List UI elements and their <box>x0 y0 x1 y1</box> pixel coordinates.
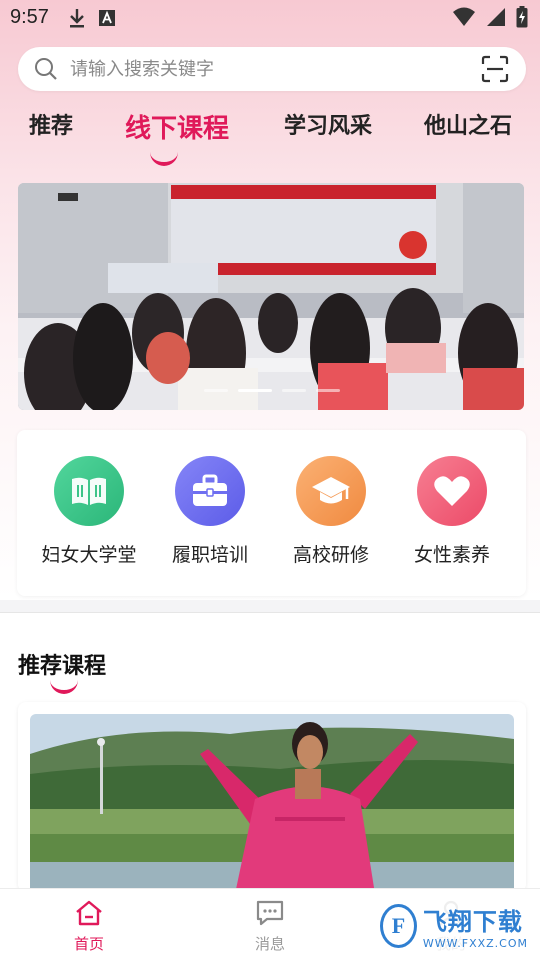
entry-icon-circle <box>296 456 366 526</box>
entry-women-college[interactable]: 妇女大学堂 <box>29 456 149 567</box>
entry-icon-circle <box>54 456 124 526</box>
signal-icon <box>487 8 505 26</box>
tab-recommend[interactable]: 推荐 <box>29 108 73 140</box>
scan-icon[interactable] <box>480 54 510 84</box>
entry-label: 履职培训 <box>171 544 248 566</box>
entry-university-study[interactable]: 高校研修 <box>271 456 391 567</box>
status-bar: 9:57 <box>0 0 540 36</box>
briefcase-icon <box>193 474 227 506</box>
entry-female-literacy[interactable]: 女性素养 <box>392 456 512 567</box>
banner-photo <box>18 183 524 410</box>
watermark-logo: F <box>380 904 417 948</box>
search-icon <box>35 58 57 80</box>
font-a-icon <box>99 10 115 26</box>
home-icon <box>76 900 102 926</box>
nav-label-messages: 消息 <box>254 935 285 953</box>
course-photo <box>30 714 514 892</box>
watermark-title: 飞翔下载 <box>422 908 523 936</box>
open-book-icon <box>72 477 106 505</box>
watermark-text: 飞翔下载 WWW.FXXZ.COM <box>423 902 528 950</box>
course-image <box>30 714 514 892</box>
quick-entry-panel: 妇女大学堂 履职培训 高校研修 女性素养 <box>17 430 526 596</box>
course-card[interactable] <box>18 702 526 892</box>
nav-label-home: 首页 <box>73 935 104 953</box>
entry-label: 高校研修 <box>292 544 369 566</box>
status-left-icons <box>68 8 116 28</box>
carousel-dot[interactable] <box>282 389 306 392</box>
status-right-icons <box>452 6 528 28</box>
battery-icon <box>516 6 528 28</box>
banner-carousel[interactable] <box>18 183 524 410</box>
download-icon <box>70 9 84 28</box>
watermark-url: WWW.FXXZ.COM <box>422 937 528 950</box>
nav-messages[interactable]: 消息 <box>225 899 315 954</box>
carousel-dot[interactable] <box>204 389 228 392</box>
entry-label: 妇女大学堂 <box>41 544 137 566</box>
carousel-indicator <box>204 389 340 392</box>
category-tabs: 推荐 线下课程 学习风采 他山之石 <box>0 100 540 170</box>
site-watermark: F 飞翔下载 WWW.FXXZ.COM <box>374 900 528 952</box>
tab-offline-courses[interactable]: 线下课程 <box>125 108 229 145</box>
heart-icon <box>434 476 470 506</box>
section-title: 推荐课程 <box>18 654 107 679</box>
entry-icon-circle <box>417 456 487 526</box>
entry-label: 女性素养 <box>413 544 490 566</box>
search-input[interactable] <box>68 57 480 81</box>
status-time: 9:57 <box>10 6 49 28</box>
carousel-dot[interactable] <box>316 389 340 392</box>
entry-icon-circle <box>175 456 245 526</box>
entry-duty-training[interactable]: 履职培训 <box>150 456 270 567</box>
graduation-cap-icon <box>312 477 350 504</box>
active-tab-indicator <box>150 152 178 166</box>
carousel-dot-active[interactable] <box>238 389 272 392</box>
nav-home[interactable]: 首页 <box>44 899 134 954</box>
wifi-icon <box>453 7 475 26</box>
tab-learning-style[interactable]: 学习风采 <box>284 108 372 140</box>
message-icon <box>256 900 284 926</box>
tab-others-stones[interactable]: 他山之石 <box>424 108 512 140</box>
search-bar[interactable] <box>18 47 526 91</box>
